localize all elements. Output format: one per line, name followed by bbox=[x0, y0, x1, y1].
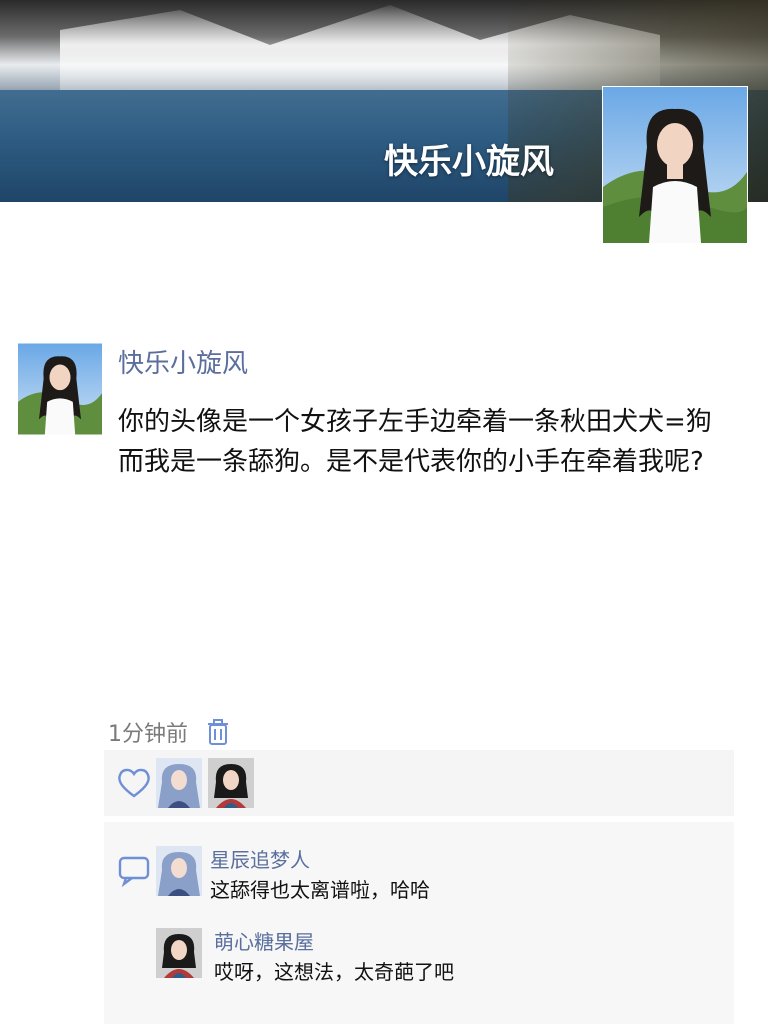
avatar bbox=[156, 928, 202, 978]
like-avatar-1[interactable] bbox=[156, 758, 202, 808]
comments-panel: 星辰追梦人 这舔得也太离谱啦，哈哈 萌心糖果屋 哎呀，这想法，太奇葩了吧 bbox=[104, 822, 734, 1024]
profile-name: 快乐小旋风 bbox=[384, 142, 554, 182]
heart-icon[interactable] bbox=[114, 762, 154, 802]
post-time: 1分钟前 bbox=[108, 722, 188, 747]
avatar bbox=[156, 846, 202, 896]
post-text: 你的头像是一个女孩子左手边牵着一条秋田犬犬=狗而我是一条舔狗。是不是代表你的小手… bbox=[118, 407, 712, 477]
avatar bbox=[156, 758, 202, 808]
post-meta: 1分钟前 bbox=[108, 716, 230, 748]
likes-panel bbox=[104, 750, 734, 816]
like-avatar-2[interactable] bbox=[208, 758, 254, 808]
portrait-image bbox=[603, 87, 747, 243]
comment-avatar-1[interactable] bbox=[156, 846, 202, 896]
comment-avatar-2[interactable] bbox=[156, 928, 202, 978]
comment-text-1: 这舔得也太离谱啦，哈哈 bbox=[210, 878, 430, 902]
portrait-image bbox=[18, 343, 102, 435]
post-author-name[interactable]: 快乐小旋风 bbox=[118, 343, 248, 380]
avatar bbox=[208, 758, 254, 808]
post-author-avatar[interactable] bbox=[18, 343, 102, 435]
comment-user-2[interactable]: 萌心糖果屋 bbox=[214, 926, 314, 955]
comment-text-2: 哎呀，这想法，太奇葩了吧 bbox=[214, 960, 454, 984]
comment-bubble-icon[interactable] bbox=[114, 850, 154, 890]
profile-avatar[interactable] bbox=[602, 86, 748, 244]
comment-user-1[interactable]: 星辰追梦人 bbox=[210, 844, 310, 873]
trash-icon[interactable] bbox=[206, 718, 230, 746]
